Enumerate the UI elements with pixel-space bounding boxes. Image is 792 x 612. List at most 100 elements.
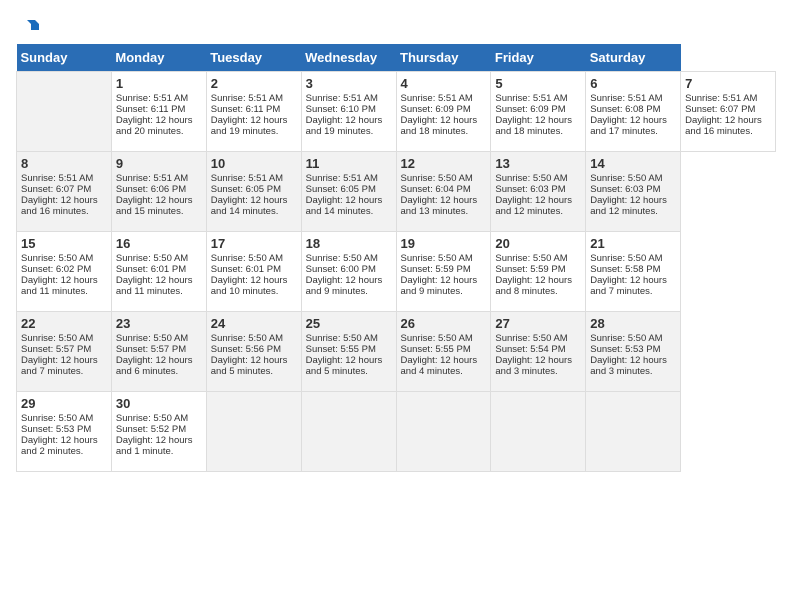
page-header [16,16,776,34]
calendar-cell: 11Sunrise: 5:51 AMSunset: 6:05 PMDayligh… [301,152,396,232]
sunset-text: Sunset: 5:55 PM [306,344,376,355]
sunset-text: Sunset: 6:10 PM [306,104,376,115]
sunrise-text: Sunrise: 5:50 AM [116,253,188,264]
calendar-week-row: 1Sunrise: 5:51 AMSunset: 6:11 PMDaylight… [17,72,776,152]
sunset-text: Sunset: 5:57 PM [116,344,186,355]
day-number: 17 [211,236,297,251]
sunset-text: Sunset: 6:02 PM [21,264,91,275]
calendar-table: SundayMondayTuesdayWednesdayThursdayFrid… [16,44,776,472]
daylight-label: Daylight: 12 hours and 14 minutes. [211,195,288,217]
sunrise-text: Sunrise: 5:51 AM [590,93,662,104]
calendar-week-row: 29Sunrise: 5:50 AMSunset: 5:53 PMDayligh… [17,392,776,472]
daylight-label: Daylight: 12 hours and 12 minutes. [495,195,572,217]
sunrise-text: Sunrise: 5:50 AM [21,253,93,264]
sunset-text: Sunset: 5:54 PM [495,344,565,355]
calendar-week-row: 22Sunrise: 5:50 AMSunset: 5:57 PMDayligh… [17,312,776,392]
calendar-cell: 2Sunrise: 5:51 AMSunset: 6:11 PMDaylight… [206,72,301,152]
day-number: 13 [495,156,581,171]
daylight-label: Daylight: 12 hours and 18 minutes. [401,115,478,137]
daylight-label: Daylight: 12 hours and 15 minutes. [116,195,193,217]
calendar-day-header: Tuesday [206,44,301,72]
sunset-text: Sunset: 5:58 PM [590,264,660,275]
sunset-text: Sunset: 6:11 PM [211,104,281,115]
calendar-cell: 27 Sunrise: 5:50 AMSunset: 5:54 PMDayligh… [491,312,586,392]
sunrise-text: Sunrise: 5:50 AM [211,253,283,264]
sunrise-text: Sunrise: 5:50 AM [495,333,567,344]
daylight-label: Daylight: 12 hours and 9 minutes. [401,275,478,297]
daylight-label: Daylight: 12 hours and 3 minutes. [495,355,572,377]
sunset-text: Sunset: 6:05 PM [211,184,281,195]
sunrise-text: Sunrise: 5:50 AM [306,333,378,344]
day-number: 27 [495,316,581,331]
sunset-text: Sunset: 5:59 PM [495,264,565,275]
sunrise-text: Sunrise: 5:50 AM [495,253,567,264]
sunset-text: Sunset: 5:53 PM [21,424,91,435]
sunrise-text: Sunrise: 5:50 AM [401,333,473,344]
sunset-text: Sunset: 5:57 PM [21,344,91,355]
day-number: 28 [590,316,676,331]
sunset-text: Sunset: 6:09 PM [401,104,471,115]
day-number: 21 [590,236,676,251]
calendar-cell: 10Sunrise: 5:51 AMSunset: 6:05 PMDayligh… [206,152,301,232]
daylight-label: Daylight: 12 hours and 16 minutes. [21,195,98,217]
daylight-label: Daylight: 12 hours and 4 minutes. [401,355,478,377]
sunrise-text: Sunrise: 5:51 AM [21,173,93,184]
daylight-label: Daylight: 12 hours and 5 minutes. [211,355,288,377]
daylight-label: Daylight: 12 hours and 1 minute. [116,435,193,457]
day-number: 2 [211,76,297,91]
calendar-cell: 8Sunrise: 5:51 AMSunset: 6:07 PMDaylight… [17,152,112,232]
daylight-label: Daylight: 12 hours and 2 minutes. [21,435,98,457]
sunrise-text: Sunrise: 5:50 AM [306,253,378,264]
sunrise-text: Sunrise: 5:51 AM [211,173,283,184]
calendar-cell: 30Sunrise: 5:50 AMSunset: 5:52 PMDayligh… [111,392,206,472]
daylight-label: Daylight: 12 hours and 13 minutes. [401,195,478,217]
day-number: 19 [401,236,487,251]
sunrise-text: Sunrise: 5:50 AM [116,413,188,424]
logo-icon [17,16,39,38]
daylight-label: Daylight: 12 hours and 20 minutes. [116,115,193,137]
calendar-cell: 18Sunrise: 5:50 AMSunset: 6:00 PMDayligh… [301,232,396,312]
day-number: 6 [590,76,676,91]
calendar-cell [206,392,301,472]
calendar-cell: 22Sunrise: 5:50 AMSunset: 5:57 PMDayligh… [17,312,112,392]
sunset-text: Sunset: 5:52 PM [116,424,186,435]
sunset-text: Sunset: 6:06 PM [116,184,186,195]
day-number: 14 [590,156,676,171]
calendar-week-row: 8Sunrise: 5:51 AMSunset: 6:07 PMDaylight… [17,152,776,232]
calendar-cell: 19Sunrise: 5:50 AMSunset: 5:59 PMDayligh… [396,232,491,312]
daylight-label: Daylight: 12 hours and 6 minutes. [116,355,193,377]
sunset-text: Sunset: 6:05 PM [306,184,376,195]
calendar-cell: 9Sunrise: 5:51 AMSunset: 6:06 PMDaylight… [111,152,206,232]
sunset-text: Sunset: 6:07 PM [685,104,755,115]
calendar-cell: 26Sunrise: 5:50 AMSunset: 5:55 PMDayligh… [396,312,491,392]
sunrise-text: Sunrise: 5:50 AM [590,173,662,184]
daylight-label: Daylight: 12 hours and 11 minutes. [21,275,98,297]
daylight-label: Daylight: 12 hours and 18 minutes. [495,115,572,137]
sunset-text: Sunset: 6:09 PM [495,104,565,115]
calendar-cell: 28Sunrise: 5:50 AMSunset: 5:53 PMDayligh… [586,312,681,392]
sunset-text: Sunset: 6:08 PM [590,104,660,115]
calendar-cell [17,72,112,152]
calendar-cell: 15 Sunrise: 5:50 AMSunset: 6:02 PMDayligh… [17,232,112,312]
sunrise-text: Sunrise: 5:50 AM [401,173,473,184]
day-number: 25 [306,316,392,331]
daylight-label: Daylight: 12 hours and 19 minutes. [306,115,383,137]
sunrise-text: Sunrise: 5:51 AM [495,93,567,104]
daylight-label: Daylight: 12 hours and 12 minutes. [590,195,667,217]
calendar-day-header: Monday [111,44,206,72]
sunrise-text: Sunrise: 5:50 AM [590,253,662,264]
sunrise-text: Sunrise: 5:50 AM [21,333,93,344]
sunset-text: Sunset: 5:55 PM [401,344,471,355]
day-number: 16 [116,236,202,251]
sunrise-text: Sunrise: 5:51 AM [211,93,283,104]
daylight-label: Daylight: 12 hours and 14 minutes. [306,195,383,217]
calendar-cell: 12Sunrise: 5:50 AMSunset: 6:04 PMDayligh… [396,152,491,232]
calendar-cell: 5Sunrise: 5:51 AMSunset: 6:09 PMDaylight… [491,72,586,152]
calendar-cell: 25Sunrise: 5:50 AMSunset: 5:55 PMDayligh… [301,312,396,392]
day-number: 15 [21,236,107,251]
day-number: 24 [211,316,297,331]
calendar-cell: 1Sunrise: 5:51 AMSunset: 6:11 PMDaylight… [111,72,206,152]
sunrise-text: Sunrise: 5:50 AM [590,333,662,344]
calendar-cell: 29Sunrise: 5:50 AMSunset: 5:53 PMDayligh… [17,392,112,472]
calendar-cell: 6Sunrise: 5:51 AMSunset: 6:08 PMDaylight… [586,72,681,152]
